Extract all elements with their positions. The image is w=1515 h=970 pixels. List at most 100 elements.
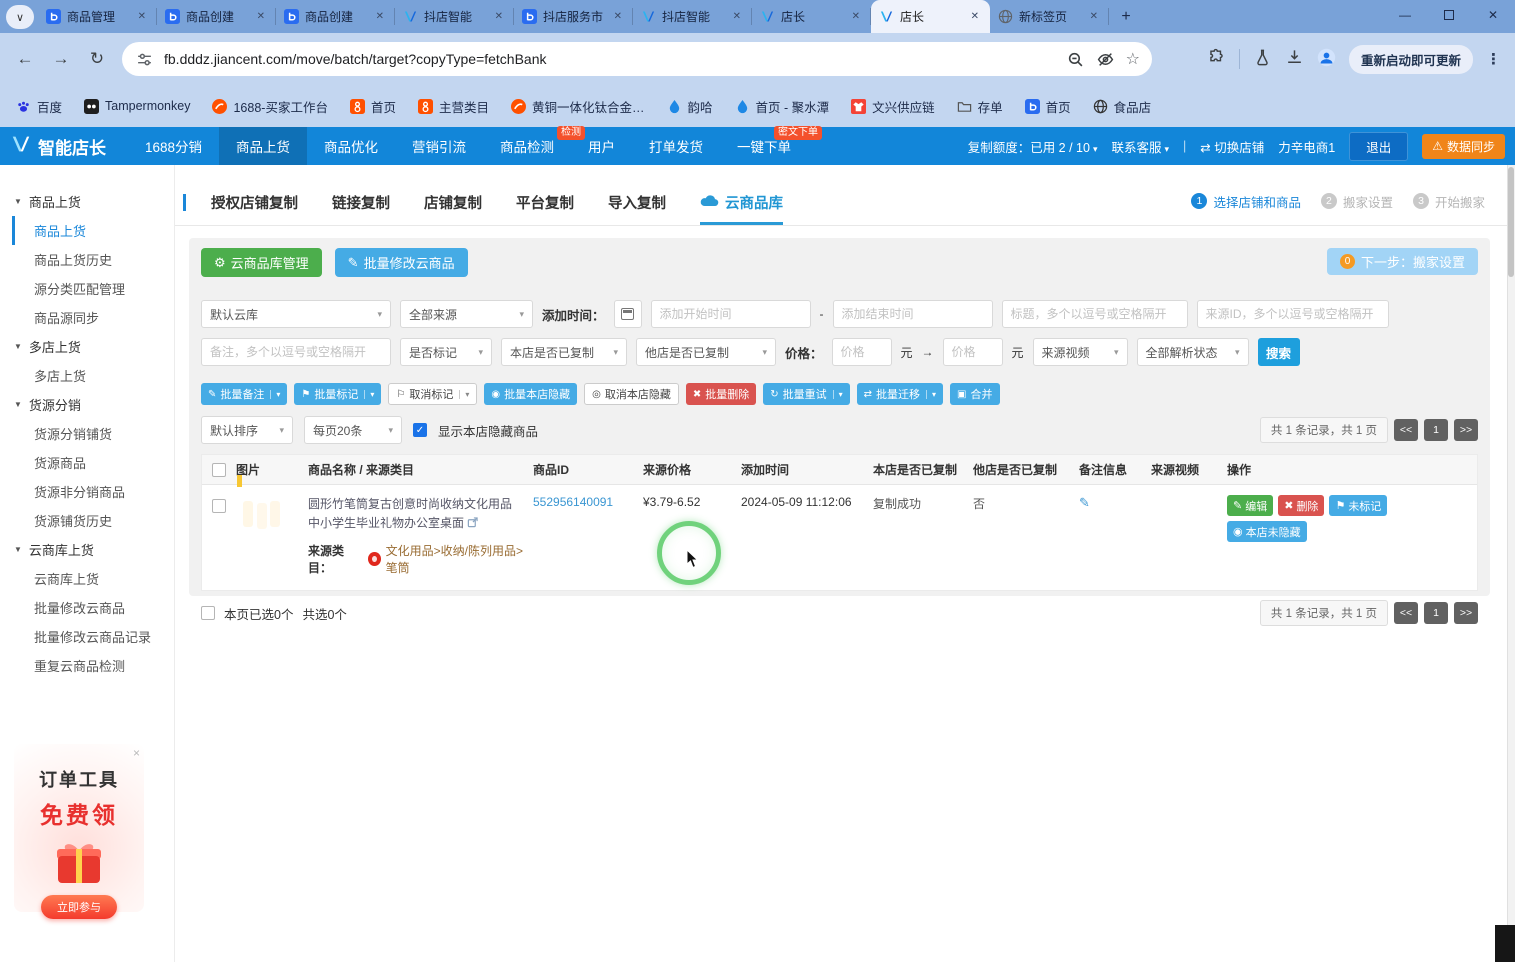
bookmark-item[interactable]: 存单 [957,97,1003,116]
bookmark-item[interactable]: 首页 [350,97,396,116]
sidebar-item-batch-edit-cloud[interactable]: 批量修改云商品 [12,593,174,622]
mark-select[interactable]: 是否标记▾ [400,338,492,366]
other-copied-select[interactable]: 他店是否已复制▾ [636,338,776,366]
scrollbar-thumb[interactable] [1508,167,1514,277]
unmarked-button[interactable]: ⚑未标记 [1329,495,1387,516]
logout-button[interactable]: 退出 [1349,132,1408,161]
batch-note-button[interactable]: ✎批量备注▾ [201,383,287,405]
price-min-input[interactable] [832,338,892,366]
bookmark-item[interactable]: 黄铜一体化钛合金… [511,97,645,116]
tab-link-copy[interactable]: 链接复制 [332,165,390,225]
end-time-input[interactable] [833,300,993,328]
switch-shop-button[interactable]: ⇄ 切换店铺 [1200,137,1264,156]
browser-tab[interactable]: 抖店服务市 ✕ [514,0,633,33]
sidebar-group-supply-distribution[interactable]: ▼货源分销 [0,390,174,419]
tab-authorized-shop-copy[interactable]: 授权店铺复制 [211,165,298,225]
tab-shop-copy[interactable]: 店铺复制 [424,165,482,225]
sidebar-item-supply-distribute[interactable]: 货源分销铺货 [12,419,174,448]
bookmark-item[interactable]: 1688-买家工作台 [212,97,327,116]
sidebar-item-category-match[interactable]: 源分类匹配管理 [12,274,174,303]
cloud-store-select[interactable]: 默认云库▾ [201,300,391,328]
extensions-icon[interactable] [1207,48,1226,70]
nav-item-1688-distribution[interactable]: 1688分销 [128,127,219,165]
batch-delete-button[interactable]: ✖批量删除 [686,383,756,405]
contact-support-dropdown[interactable]: 联系客服▾ [1111,137,1169,156]
page-number-button[interactable]: 1 [1424,419,1448,441]
nav-item-marketing[interactable]: 营销引流 [395,127,483,165]
reload-button[interactable]: ↻ [86,49,108,69]
note-search-input[interactable] [201,338,391,366]
flask-icon[interactable] [1253,48,1272,70]
nav-item-print-ship[interactable]: 打单发货 [632,127,720,165]
tab-close-icon[interactable]: ✕ [254,10,268,23]
sidebar-item-supply-products[interactable]: 货源商品 [12,448,174,477]
forward-button[interactable]: → [50,49,72,69]
sidebar-group-product-upload[interactable]: ▼商品上货 [0,187,174,216]
minimize-button[interactable]: — [1383,0,1427,30]
cloud-library-manage-button[interactable]: ⚙云商品库管理 [201,248,322,277]
title-search-input[interactable] [1002,300,1188,328]
bookmark-item[interactable]: Tampermonkey [84,99,190,114]
browser-tab[interactable]: 商品管理 ✕ [38,0,157,33]
tab-close-icon[interactable]: ✕ [492,10,506,23]
page-next-button[interactable]: >> [1454,419,1478,441]
tab-close-icon[interactable]: ✕ [135,10,149,23]
browser-tab[interactable]: 商品创建 ✕ [157,0,276,33]
not-hidden-button[interactable]: ◉本店未隐藏 [1227,521,1307,542]
start-time-input[interactable] [651,300,811,328]
product-id-link[interactable]: 552956140091 [533,495,643,509]
select-all-checkbox[interactable] [212,463,226,477]
bookmark-item[interactable]: 首页 - 聚水潭 [735,97,830,116]
next-step-button[interactable]: 0下一步：搬家设置 [1327,248,1478,275]
copy-quota-dropdown[interactable]: 复制额度：已用 2 / 10▾ [968,137,1098,156]
cancel-mark-button[interactable]: ⚐取消标记▾ [388,383,477,405]
update-button[interactable]: 重新启动即可更新 [1349,45,1473,74]
maximize-button[interactable] [1427,0,1471,30]
batch-edit-cloud-button[interactable]: ✎批量修改云商品 [335,248,468,277]
calendar-button[interactable] [614,300,642,328]
per-page-select[interactable]: 每页20条▾ [304,416,402,444]
price-max-input[interactable] [943,338,1003,366]
source-video-select[interactable]: 来源视频▾ [1033,338,1128,366]
tab-platform-copy[interactable]: 平台复制 [516,165,574,225]
page-select-all-checkbox[interactable] [201,606,215,620]
url-text[interactable]: fb.dddz.jiancent.com/move/batch/target?c… [164,51,1056,67]
page-number-button[interactable]: 1 [1424,602,1448,624]
sort-order-select[interactable]: 默认排序▾ [201,416,293,444]
tab-close-icon[interactable]: ✕ [849,10,863,23]
sidebar-group-multi-shop[interactable]: ▼多店上货 [0,332,174,361]
batch-migrate-button[interactable]: ⇄批量迁移▾ [857,383,943,405]
nav-item-product-check[interactable]: 商品检测检测 [483,127,571,165]
new-tab-button[interactable]: + [1113,4,1139,30]
profile-avatar[interactable] [1317,48,1336,70]
bookmark-star-icon[interactable]: ☆ [1126,49,1140,69]
sync-button[interactable]: ⚠数据同步 [1422,134,1505,159]
bookmark-item[interactable]: 主营类目 [418,97,489,116]
zoom-icon[interactable] [1066,51,1086,68]
search-button[interactable]: 搜索 [1258,338,1300,366]
sidebar-item-product-upload[interactable]: 商品上货 [12,216,174,245]
page-prev-button[interactable]: << [1394,419,1418,441]
browser-tab[interactable]: 抖店智能 ✕ [633,0,752,33]
sidebar-item-cloud-upload[interactable]: 云商库上货 [12,564,174,593]
source-select[interactable]: 全部来源▾ [400,300,533,328]
sidebar-item-source-sync[interactable]: 商品源同步 [12,303,174,332]
sidebar-item-duplicate-check[interactable]: 重复云商品检测 [12,651,174,680]
browser-tab[interactable]: 商品创建 ✕ [276,0,395,33]
note-edit-icon[interactable]: ✎ [1079,495,1151,511]
bookmark-item[interactable]: 首页 [1025,97,1071,116]
tab-import-copy[interactable]: 导入复制 [608,165,666,225]
self-copied-select[interactable]: 本店是否已复制▾ [501,338,627,366]
tab-cloud-product-library[interactable]: 云商品库 [700,165,783,225]
batch-hide-button[interactable]: ◉批量本店隐藏 [484,383,577,405]
page-scrollbar[interactable] [1507,165,1515,962]
sidebar-group-cloud-upload[interactable]: ▼云商库上货 [0,535,174,564]
sidebar-item-multi-shop-upload[interactable]: 多店上货 [12,361,174,390]
close-button[interactable]: ✕ [1471,0,1515,30]
back-button[interactable]: ← [14,49,36,69]
sidebar-item-upload-history[interactable]: 商品上货历史 [12,245,174,274]
promo-join-button[interactable]: 立即参与 [41,895,117,919]
bookmark-item[interactable]: 百度 [16,97,62,116]
delete-button[interactable]: ✖删除 [1278,495,1324,516]
promo-close-icon[interactable]: × [133,746,140,760]
